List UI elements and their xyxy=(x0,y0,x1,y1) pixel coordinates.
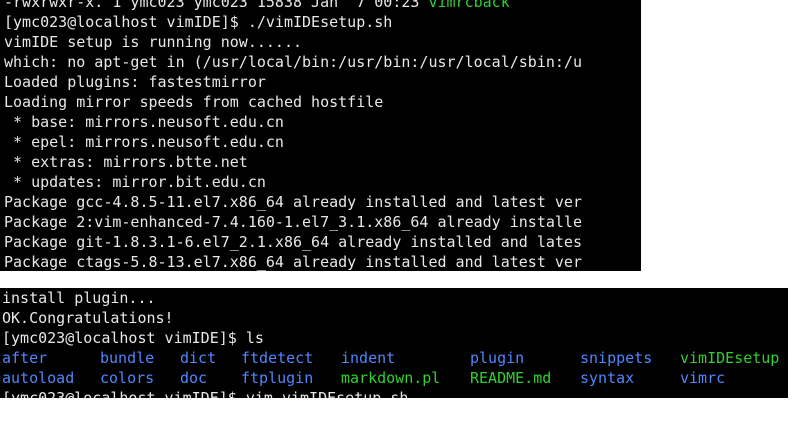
dir-entry: bundle xyxy=(100,349,155,367)
ls-output-row: after bundle dict ftdetect indent plugin… xyxy=(2,348,788,368)
terminal-line: Loading mirror speeds from cached hostfi… xyxy=(4,93,384,111)
exec-entry: README.md xyxy=(470,369,552,387)
partial-listing-line: -rwxrwxr-x. 1 ymc023 ymc023 15838 Jan 7 … xyxy=(4,0,510,12)
terminal-line: which: no apt-get in (/usr/local/bin:/us… xyxy=(4,53,582,71)
terminal-line: Package ctags-5.8-13.el7.x86_64 already … xyxy=(4,253,582,271)
dir-entry: ftdetect xyxy=(241,349,314,367)
dir-entry: syntax xyxy=(580,369,635,387)
dir-entry: autoload xyxy=(2,369,75,387)
dir-entry: after xyxy=(2,349,48,367)
exec-entry: markdown.pl xyxy=(341,369,441,387)
file-vimrcback: vimrcback xyxy=(428,0,510,11)
terminal-line: Package 2:vim-enhanced-7.4.160-1.el7_3.1… xyxy=(4,213,582,231)
dir-entry: indent xyxy=(341,349,396,367)
terminal-line: [ymc023@localhost vimIDE]$ ./vimIDEsetup… xyxy=(4,13,393,31)
dir-entry: plugin xyxy=(470,349,525,367)
exec-entry: vimIDEsetup xyxy=(680,349,780,367)
dir-entry: snippets xyxy=(580,349,653,367)
partial-command-line: [ymc023@localhost vimIDE]$ vim vimIDEset… xyxy=(2,389,409,398)
terminal-line: install plugin... xyxy=(2,289,156,307)
terminal-line: Package gcc-4.8.5-11.el7.x86_64 already … xyxy=(4,193,582,211)
terminal-bottom[interactable]: install plugin... OK.Congratulations! [y… xyxy=(0,288,788,398)
terminal-top[interactable]: -rwxrwxr-x. 1 ymc023 ymc023 15838 Jan 7 … xyxy=(0,0,641,271)
terminal-line: Package git-1.8.3.1-6.el7_2.1.x86_64 alr… xyxy=(4,233,582,251)
dir-entry: doc xyxy=(180,369,208,387)
terminal-line: Loaded plugins: fastestmirror xyxy=(4,73,266,91)
terminal-line: OK.Congratulations! xyxy=(2,309,174,327)
dir-entry: colors xyxy=(100,369,155,387)
terminal-line: * updates: mirror.bit.edu.cn xyxy=(4,173,266,191)
dir-entry: dict xyxy=(180,349,217,367)
terminal-line: vimIDE setup is running now...... xyxy=(4,33,303,51)
terminal-line: * extras: mirrors.btte.net xyxy=(4,153,248,171)
dir-entry: ftplugin xyxy=(241,369,314,387)
terminal-line: [ymc023@localhost vimIDE]$ ls xyxy=(2,329,264,347)
terminal-line: * epel: mirrors.neusoft.edu.cn xyxy=(4,133,284,151)
terminal-line: * base: mirrors.neusoft.edu.cn xyxy=(4,113,284,131)
dir-entry: vimrc xyxy=(680,369,726,387)
ls-output-row: autoload colors doc ftplugin markdown.pl… xyxy=(2,368,788,388)
